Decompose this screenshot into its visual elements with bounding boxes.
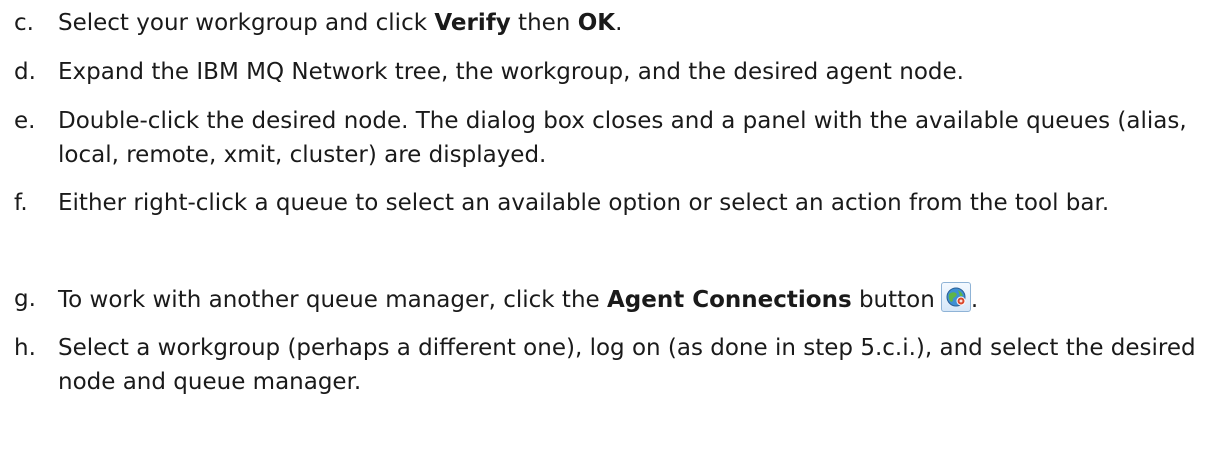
step-marker: g.: [14, 286, 36, 312]
step-text: Expand the IBM MQ Network tree, the work…: [58, 59, 964, 85]
step-text: To work with another queue manager, clic…: [58, 282, 1200, 317]
step-f: f. Either right-click a queue to select …: [14, 186, 1200, 220]
step-text-part: To work with another queue manager, clic…: [58, 287, 607, 313]
step-marker: f.: [14, 190, 28, 216]
step-marker: c.: [14, 10, 34, 36]
step-text: Select a workgroup (perhaps a different …: [58, 335, 1196, 395]
step-text-part: .: [615, 10, 623, 36]
step-text-part: then: [510, 10, 578, 36]
step-text-part: .: [970, 287, 979, 313]
step-h: h. Select a workgroup (perhaps a differe…: [14, 331, 1200, 399]
step-text: Double-click the desired node. The dialo…: [58, 108, 1187, 168]
step-marker: e.: [14, 108, 36, 134]
step-text: Either right-click a queue to select an …: [58, 190, 1110, 216]
agent-connections-label: Agent Connections: [606, 287, 852, 313]
agent-connections-icon: [946, 287, 966, 307]
step-marker: h.: [14, 335, 36, 361]
step-text-part: button: [851, 287, 935, 313]
instruction-list: c. Select your workgroup and click Verif…: [0, 0, 1206, 462]
step-d: d. Expand the IBM MQ Network tree, the w…: [14, 55, 1200, 89]
ok-label: OK: [577, 10, 616, 36]
step-text: Select your workgroup and click Verify t…: [58, 6, 1200, 40]
agent-connections-button[interactable]: [940, 282, 971, 312]
step-marker: d.: [14, 59, 36, 85]
verify-label: Verify: [434, 10, 511, 36]
step-text-part: Select your workgroup and click: [58, 10, 435, 36]
step-e: e. Double-click the desired node. The di…: [14, 104, 1200, 172]
step-c: c. Select your workgroup and click Verif…: [14, 6, 1200, 40]
step-g: g. To work with another queue manager, c…: [14, 282, 1200, 317]
